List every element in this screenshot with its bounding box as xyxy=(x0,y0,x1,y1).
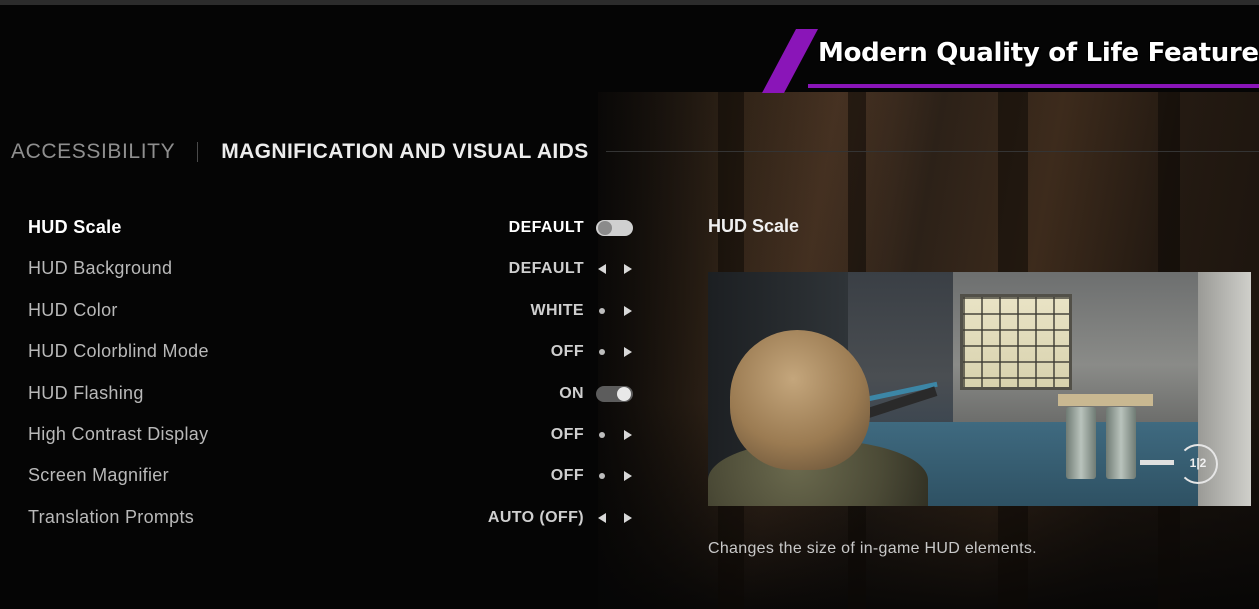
setting-value: AUTO (OFF) xyxy=(487,508,584,526)
setting-control[interactable] xyxy=(596,510,634,526)
settings-list: HUD Scale DEFAULT HUD Background DEFAULT… xyxy=(0,207,640,538)
video-banner-title: Modern Quality of Life Features xyxy=(818,38,1259,68)
arrow-right-icon[interactable] xyxy=(624,305,632,316)
rifle-icon xyxy=(1140,460,1174,465)
setting-value: OFF xyxy=(550,425,584,443)
setting-label: High Contrast Display xyxy=(28,423,209,444)
setting-label: Translation Prompts xyxy=(28,506,195,527)
setting-label: HUD Colorblind Mode xyxy=(28,341,209,362)
arrow-right-icon[interactable] xyxy=(624,264,632,275)
setting-control[interactable] xyxy=(596,220,634,236)
preview-window xyxy=(960,294,1072,390)
breadcrumb-accessibility[interactable]: ACCESSIBILITY xyxy=(11,140,175,164)
dot-icon xyxy=(599,473,605,480)
arrow-right-icon[interactable] xyxy=(624,512,632,523)
header-divider xyxy=(606,151,1259,152)
setting-control[interactable] xyxy=(596,344,634,360)
arrow-right-icon[interactable] xyxy=(624,471,632,482)
setting-screen-magnifier[interactable]: Screen Magnifier OFF xyxy=(0,455,640,496)
arrow-left-icon[interactable] xyxy=(598,264,606,275)
detail-description: Changes the size of in-game HUD elements… xyxy=(708,540,1037,557)
preview-character-head xyxy=(730,330,870,470)
hud-ammo-count: 1|2 xyxy=(1189,456,1207,470)
breadcrumb-current-page: MAGNIFICATION AND VISUAL AIDS xyxy=(221,140,589,163)
detail-title: HUD Scale xyxy=(708,216,800,236)
setting-control[interactable] xyxy=(596,468,634,484)
toggle-knob xyxy=(598,221,612,235)
setting-value: DEFAULT xyxy=(508,260,584,278)
dot-icon xyxy=(599,431,605,438)
setting-hud-flashing[interactable]: HUD Flashing ON xyxy=(0,373,640,414)
dot-icon xyxy=(599,349,605,356)
setting-high-contrast-display[interactable]: High Contrast Display OFF xyxy=(0,414,640,455)
arrow-right-icon[interactable] xyxy=(624,429,632,440)
setting-hud-background[interactable]: HUD Background DEFAULT xyxy=(0,248,640,289)
setting-control[interactable] xyxy=(596,261,634,277)
setting-label: HUD Flashing xyxy=(28,382,144,403)
arrow-right-icon[interactable] xyxy=(624,347,632,358)
setting-value: OFF xyxy=(550,343,584,361)
preview-image: 1|2 xyxy=(708,272,1251,506)
setting-value: DEFAULT xyxy=(508,219,584,236)
arrow-left-icon[interactable] xyxy=(598,512,606,523)
toggle-switch[interactable] xyxy=(596,220,633,236)
game-settings-screen: Modern Quality of Life Features ACCESSIB… xyxy=(0,0,1259,609)
setting-label: HUD Color xyxy=(28,299,118,320)
breadcrumb: ACCESSIBILITY MAGNIFICATION AND VISUAL A… xyxy=(11,138,589,166)
top-strip xyxy=(0,0,1259,5)
toggle-knob xyxy=(617,386,631,401)
setting-translation-prompts[interactable]: Translation Prompts AUTO (OFF) xyxy=(0,497,640,538)
setting-label: HUD Background xyxy=(28,258,173,279)
setting-value: ON xyxy=(559,384,584,402)
setting-hud-color[interactable]: HUD Color WHITE xyxy=(0,290,640,331)
setting-control[interactable] xyxy=(596,303,634,319)
setting-hud-scale[interactable]: HUD Scale DEFAULT xyxy=(0,207,640,248)
setting-control[interactable] xyxy=(596,427,634,443)
setting-hud-colorblind-mode[interactable]: HUD Colorblind Mode OFF xyxy=(0,331,640,372)
toggle-switch[interactable] xyxy=(596,385,633,402)
setting-label: HUD Scale xyxy=(28,217,122,237)
banner-underline xyxy=(808,84,1259,88)
breadcrumb-separator xyxy=(197,142,199,162)
dot-icon xyxy=(599,307,605,314)
setting-control[interactable] xyxy=(596,385,634,402)
setting-value: WHITE xyxy=(530,301,584,319)
setting-label: Screen Magnifier xyxy=(28,465,169,486)
setting-value: OFF xyxy=(550,467,584,485)
